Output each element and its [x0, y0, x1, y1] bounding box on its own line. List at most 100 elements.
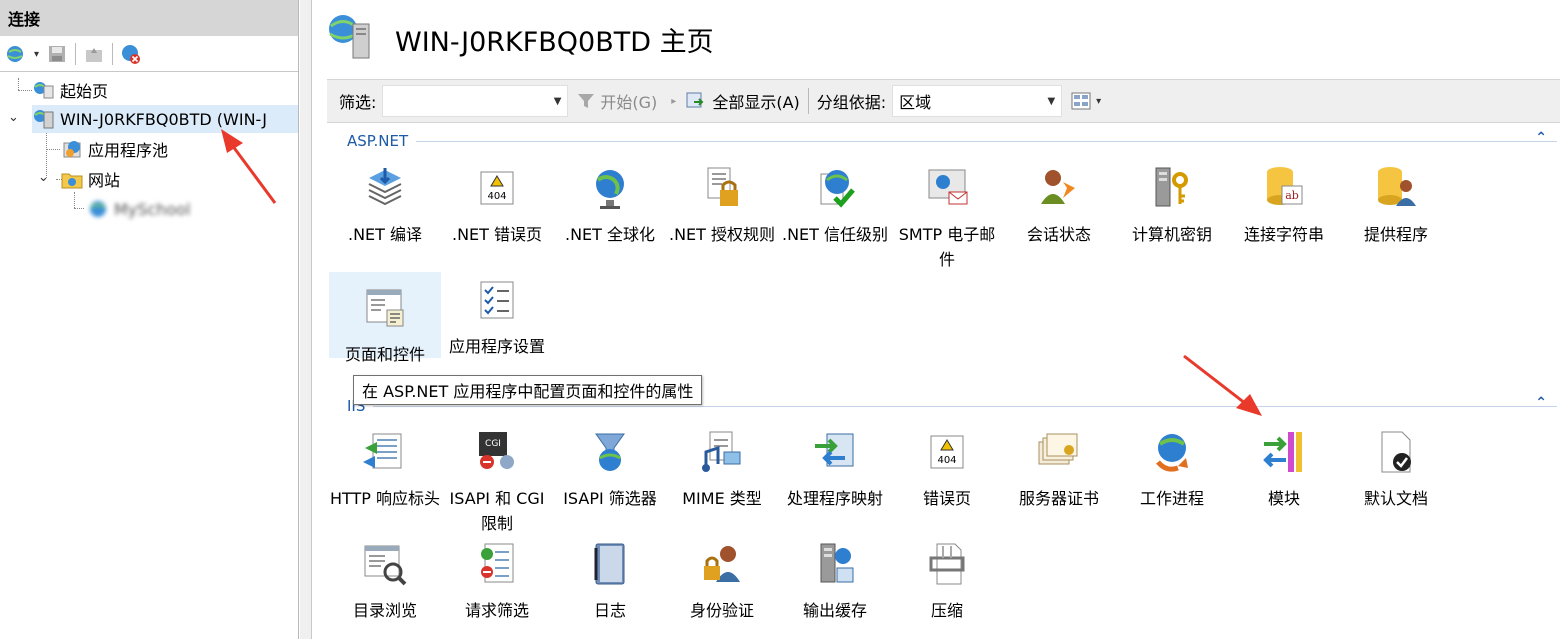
feature-tile[interactable]: .NET 编译	[329, 152, 441, 247]
svg-text:ab: ab	[1285, 189, 1299, 202]
group-header-aspnet[interactable]: ASP.NET ⌃	[347, 130, 1557, 152]
chevron-down-icon[interactable]: ▼	[554, 96, 562, 107]
logging-icon	[586, 540, 634, 588]
authentication-icon	[698, 540, 746, 588]
handler-mapping-icon	[811, 428, 859, 476]
start-filter-label: 开始(G)	[600, 93, 658, 112]
feature-label: 页面和控件	[344, 345, 425, 364]
chevron-down-icon[interactable]: ⌄	[8, 110, 19, 125]
chevron-down-icon[interactable]: ▸	[671, 96, 676, 107]
chevron-up-icon[interactable]: ⌃	[1535, 130, 1547, 146]
tree-connector	[18, 90, 32, 91]
feature-tile[interactable]: ISAPI 筛选器	[554, 416, 666, 511]
feature-tile[interactable]: SMTP 电子邮件	[891, 152, 1003, 272]
tree-connector	[74, 192, 75, 208]
error-page-404-icon: 404	[473, 164, 521, 212]
feature-tile[interactable]: HTTP 响应标头	[329, 416, 441, 511]
filter-label: 筛选:	[339, 93, 377, 112]
tree-item-label: 网站	[88, 171, 121, 190]
group-by-value: 区域	[899, 93, 932, 112]
feature-label: 默认文档	[1363, 489, 1428, 508]
compression-icon	[923, 540, 971, 588]
feature-label: ISAPI 筛选器	[563, 489, 657, 508]
lock-document-icon	[698, 164, 746, 212]
feature-tile[interactable]: .NET 授权规则	[666, 152, 778, 247]
toolbar-separator	[75, 43, 77, 65]
feature-tile[interactable]: 默认文档	[1340, 416, 1452, 511]
tree-item-start-page[interactable]: 起始页	[32, 76, 108, 104]
feature-tile[interactable]: 输出缓存	[779, 528, 891, 623]
up-level-icon[interactable]	[82, 42, 106, 66]
feature-tile[interactable]: .NET 信任级别	[779, 152, 891, 247]
feature-tile[interactable]: ab 连接字符串	[1228, 152, 1340, 247]
site-globe-icon	[86, 198, 110, 220]
show-all-button[interactable]: 全部显示(A)	[684, 89, 800, 113]
svg-text:404: 404	[487, 191, 506, 202]
chevron-down-icon[interactable]: ▼	[1047, 96, 1055, 107]
feature-tile[interactable]: 404 .NET 错误页	[441, 152, 553, 247]
toolbar-separator	[112, 43, 114, 65]
feature-label: .NET 错误页	[451, 225, 543, 244]
feature-tile[interactable]: 会话状态	[1003, 152, 1115, 247]
chevron-down-icon[interactable]: ⌄	[38, 170, 49, 185]
view-mode-button[interactable]: ▾	[1070, 91, 1101, 111]
tree-item-site-child[interactable]: MySchool	[86, 195, 190, 223]
group-by-select[interactable]: 区域 ▼	[892, 85, 1063, 117]
feature-label: 应用程序设置	[448, 337, 545, 356]
feature-tile[interactable]: 请求筛选	[441, 528, 553, 623]
server-icon	[32, 108, 56, 130]
feature-label: 输出缓存	[802, 601, 867, 620]
chevron-down-icon[interactable]: ▾	[1096, 96, 1101, 107]
feature-label: .NET 信任级别	[781, 225, 889, 244]
feature-tile[interactable]: 页面和控件	[329, 272, 441, 364]
feature-tile[interactable]: 计算机密钥	[1116, 152, 1228, 247]
directory-browsing-icon	[361, 540, 409, 588]
feature-label: 压缩	[930, 601, 963, 620]
disconnect-icon[interactable]	[119, 42, 143, 66]
feature-tile[interactable]: 身份验证	[666, 528, 778, 623]
feature-tile[interactable]: .NET 全球化	[554, 152, 666, 247]
feature-tile[interactable]: 日志	[554, 528, 666, 623]
tree-item-sites[interactable]: 网站	[60, 165, 120, 193]
connect-dropdown-icon[interactable]: ▾	[34, 49, 39, 60]
feature-tile[interactable]: 工作进程	[1116, 416, 1228, 511]
default-document-icon	[1372, 428, 1420, 476]
feature-tile[interactable]: MIME 类型	[666, 416, 778, 511]
pane-splitter[interactable]	[300, 0, 312, 639]
funnel-icon	[578, 94, 595, 108]
show-all-label: 全部显示(A)	[712, 93, 800, 112]
feature-tile[interactable]: 模块	[1228, 416, 1340, 511]
session-user-icon	[1035, 164, 1083, 212]
save-icon[interactable]	[45, 42, 69, 66]
start-filter-button[interactable]: 开始(G)	[576, 89, 657, 113]
feature-tile[interactable]: 压缩	[891, 528, 1003, 623]
feature-tile[interactable]: 提供程序	[1340, 152, 1452, 247]
trust-globe-check-icon	[811, 164, 859, 212]
feature-tile[interactable]: 应用程序设置	[441, 264, 553, 359]
svg-text:CGI: CGI	[485, 439, 501, 449]
mime-icon	[698, 428, 746, 476]
folder-globe-icon	[60, 168, 84, 190]
feature-label: 会话状态	[1026, 225, 1091, 244]
feature-label: HTTP 响应标头	[329, 489, 441, 508]
connections-pane: 连接 ▾ 起始页 ⌄ WIN-J0RKFBQ0BTD (WIN-J 应用程序池 …	[0, 0, 299, 639]
tree-item-app-pools[interactable]: 应用程序池	[60, 135, 168, 163]
connections-toolbar: ▾	[0, 37, 298, 72]
tree-connector	[46, 149, 60, 150]
providers-icon	[1372, 164, 1420, 212]
filter-input[interactable]: ▼	[382, 85, 569, 117]
chevron-up-icon[interactable]: ⌃	[1535, 395, 1547, 411]
connect-globe-icon[interactable]	[4, 42, 28, 66]
feature-label: 请求筛选	[464, 601, 529, 620]
feature-tile[interactable]: CGI ISAPI 和 CGI 限制	[441, 416, 553, 536]
output-caching-icon	[811, 540, 859, 588]
feature-tile[interactable]: 404 错误页	[891, 416, 1003, 511]
feature-tile[interactable]: 处理程序映射	[779, 416, 891, 511]
feature-label: 计算机密钥	[1131, 225, 1212, 244]
tooltip: 在 ASP.NET 应用程序中配置页面和控件的属性	[353, 375, 703, 405]
feature-label: 连接字符串	[1243, 225, 1324, 244]
group-divider	[373, 405, 1557, 407]
feature-tile[interactable]: 服务器证书	[1003, 416, 1115, 511]
machine-key-icon	[1148, 164, 1196, 212]
feature-tile[interactable]: 目录浏览	[329, 528, 441, 623]
